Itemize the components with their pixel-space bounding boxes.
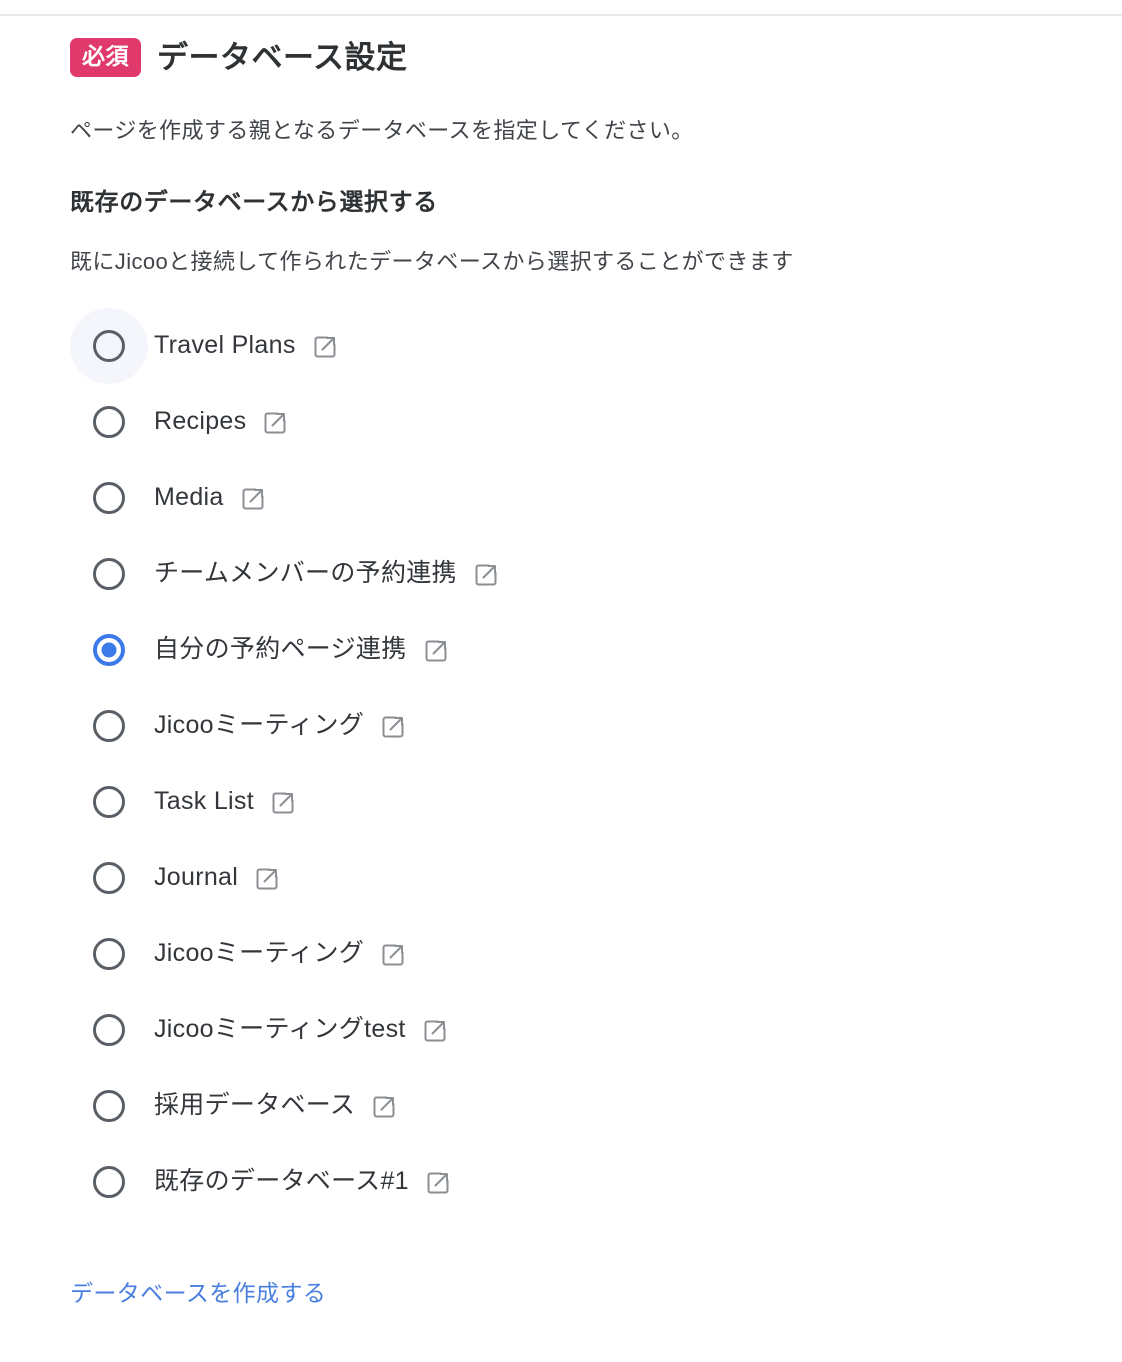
external-link-icon[interactable] (312, 334, 338, 360)
external-link-icon[interactable] (423, 638, 449, 664)
database-radio-group[interactable]: Travel Plans Recipes Media チームメンバーの予約連携 自分の予… (70, 307, 1070, 1220)
database-radio-button[interactable] (70, 307, 148, 384)
database-radio-label: 自分の予約ページ連携 (154, 635, 407, 664)
radio-unselected-icon (93, 785, 125, 818)
radio-unselected-icon (93, 709, 125, 742)
database-radio-row[interactable]: Media (70, 460, 1070, 536)
database-radio-row[interactable]: Travel Plans (70, 307, 1070, 384)
database-radio-button[interactable] (70, 1068, 148, 1144)
radio-selected-icon (93, 633, 125, 666)
database-radio-label: Journal (154, 863, 239, 892)
section-description: ページを作成する親となるデータベースを指定してください。 (70, 118, 694, 143)
page-title: データベース設定 (157, 39, 408, 75)
database-radio-row[interactable]: Journal (70, 840, 1070, 916)
database-radio-row[interactable]: チームメンバーの予約連携 (70, 536, 1070, 612)
radio-unselected-icon (93, 329, 125, 362)
database-radio-row[interactable]: Task List (70, 764, 1070, 840)
external-link-icon[interactable] (380, 714, 406, 740)
external-link-icon[interactable] (422, 1018, 448, 1044)
radio-unselected-icon (93, 1089, 125, 1122)
database-radio-label: Task List (154, 787, 254, 816)
database-radio-label: Jicooミーティング (154, 711, 365, 740)
database-radio-button[interactable] (70, 688, 148, 764)
radio-unselected-icon (93, 557, 125, 590)
database-radio-button[interactable] (70, 840, 148, 916)
database-radio-row[interactable]: 既存のデータベース#1 (70, 1144, 1070, 1220)
radio-unselected-icon (93, 1013, 125, 1046)
external-link-icon[interactable] (425, 1170, 451, 1196)
database-radio-button[interactable] (70, 764, 148, 840)
database-radio-button[interactable] (70, 460, 148, 536)
database-radio-row[interactable]: Recipes (70, 384, 1070, 460)
database-radio-label: Media (154, 483, 224, 512)
database-radio-button[interactable] (70, 916, 148, 992)
database-radio-label: 既存のデータベース#1 (154, 1167, 409, 1196)
external-link-icon[interactable] (380, 942, 406, 968)
database-radio-label: チームメンバーの予約連携 (154, 559, 457, 588)
database-radio-row[interactable]: Jicooミーティングtest (70, 992, 1070, 1068)
database-radio-label: Travel Plans (154, 331, 296, 360)
panel-content: 必須 データベース設定 ページを作成する親となるデータベースを指定してください。… (70, 16, 1070, 1306)
database-radio-button[interactable] (70, 612, 148, 688)
database-radio-label: Recipes (154, 407, 247, 436)
existing-database-description: 既にJicooと接続して作られたデータベースから選択することができます (70, 248, 794, 274)
database-radio-label: 採用データベース (154, 1091, 356, 1120)
database-radio-label: Jicooミーティング (154, 939, 365, 968)
radio-unselected-icon (93, 1165, 125, 1198)
external-link-icon[interactable] (473, 562, 499, 588)
database-radio-row[interactable]: 採用データベース (70, 1068, 1070, 1144)
database-radio-row[interactable]: 自分の予約ページ連携 (70, 612, 1070, 688)
external-link-icon[interactable] (254, 866, 280, 892)
database-radio-row[interactable]: Jicooミーティング (70, 688, 1070, 764)
database-radio-button[interactable] (70, 1144, 148, 1220)
external-link-icon[interactable] (371, 1094, 397, 1120)
radio-unselected-icon (93, 405, 125, 438)
database-radio-row[interactable]: Jicooミーティング (70, 916, 1070, 992)
radio-unselected-icon (93, 861, 125, 894)
existing-database-heading: 既存のデータベースから選択する (70, 188, 438, 216)
radio-unselected-icon (93, 937, 125, 970)
database-radio-button[interactable] (70, 992, 148, 1068)
radio-unselected-icon (93, 481, 125, 514)
database-radio-button[interactable] (70, 384, 148, 460)
external-link-icon[interactable] (240, 486, 266, 512)
database-settings-panel: 必須 データベース設定 ページを作成する親となるデータベースを指定してください。… (0, 16, 1122, 1362)
database-radio-button[interactable] (70, 536, 148, 612)
required-badge: 必須 (70, 37, 141, 77)
external-link-icon[interactable] (270, 790, 296, 816)
external-link-icon[interactable] (262, 410, 288, 436)
database-radio-label: Jicooミーティングtest (154, 1015, 406, 1044)
section-header: 必須 データベース設定 (70, 34, 1070, 80)
create-database-link[interactable]: データベースを作成する (70, 1281, 326, 1305)
